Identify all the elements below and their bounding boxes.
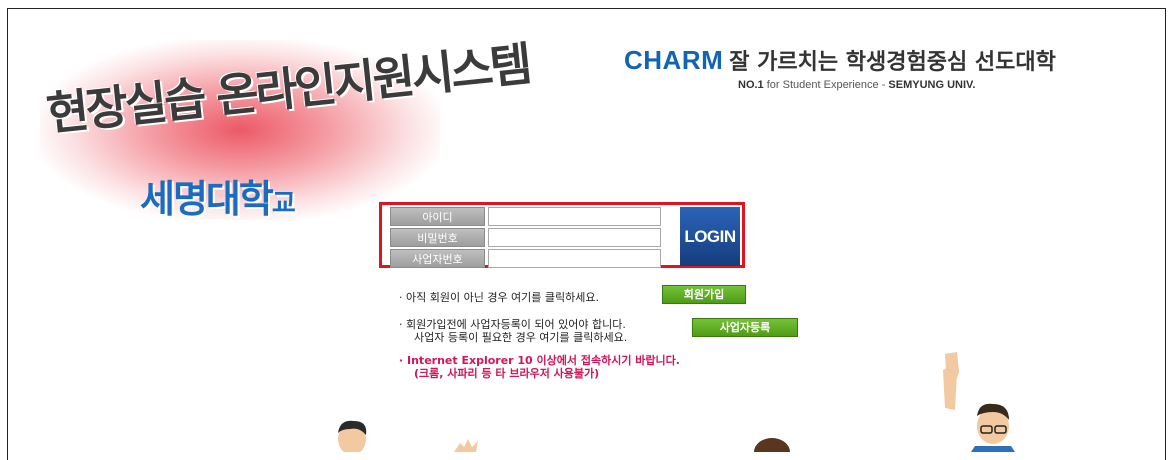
login-button[interactable]: LOGIN: [680, 207, 740, 266]
signup-notice: · 아직 회원이 아닌 경우 여기를 클릭하세요.: [399, 291, 600, 304]
slogan: CHARM 잘 가르치는 학생경험중심 선도대학: [624, 44, 1056, 76]
slogan-sub-prefix: NO.1: [738, 79, 764, 91]
woman-illustration-icon: [754, 438, 790, 452]
business-number-label: 사업자번호: [390, 249, 485, 268]
hand-illustration-icon: [454, 439, 478, 452]
password-input[interactable]: [488, 228, 661, 247]
login-form: 아이디 비밀번호 사업자번호 LOGIN: [379, 202, 745, 268]
slogan-subtitle: NO.1 for Student Experience - SEMYUNG UN…: [738, 79, 975, 91]
cheering-man-illustration-icon: [943, 352, 1015, 452]
university-logo-text: 세명대학교: [140, 168, 296, 223]
charm-brand: CHARM: [624, 45, 724, 75]
slogan-sub-middle: for Student Experience -: [763, 79, 889, 91]
university-suffix: 교: [271, 189, 296, 219]
university-name: 세명대학: [140, 177, 274, 221]
id-input[interactable]: [488, 207, 661, 226]
man-illustration-icon: [338, 420, 367, 452]
signup-button[interactable]: 회원가입: [662, 285, 746, 304]
slogan-text: 잘 가르치는 학생경험중심 선도대학: [729, 50, 1056, 75]
browser-warning-line2: (크롬, 사파리 등 타 브라우저 사용불가): [414, 367, 600, 380]
register-notice-line2: 사업자 등록이 필요한 경우 여기를 클릭하세요.: [414, 331, 628, 344]
id-label: 아이디: [390, 207, 485, 226]
password-label: 비밀번호: [390, 228, 485, 247]
business-register-button[interactable]: 사업자등록: [692, 318, 798, 337]
slogan-sub-brand: SEMYUNG UNIV.: [888, 79, 976, 91]
business-number-input[interactable]: [488, 249, 661, 268]
